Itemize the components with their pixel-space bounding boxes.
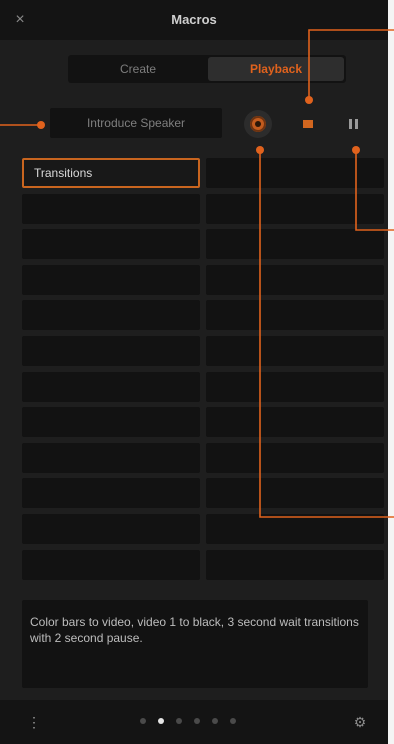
page-dot[interactable] [230, 718, 236, 724]
macro-slot-right[interactable] [206, 442, 384, 473]
macro-slot-row [22, 335, 384, 366]
macro-slot-row [22, 442, 384, 473]
macro-slot-left[interactable] [22, 229, 200, 260]
macro-slot-row [22, 193, 384, 224]
page-dot[interactable] [194, 718, 200, 724]
page-dot[interactable] [212, 718, 218, 724]
tab-create[interactable]: Create [70, 57, 206, 81]
macro-slot-right[interactable] [206, 229, 384, 260]
macro-slot-row: Transitions [22, 158, 384, 188]
record-button[interactable] [244, 110, 272, 138]
panel-title: Macros [171, 12, 217, 27]
macro-slot-row [22, 229, 384, 260]
macro-name-field[interactable]: Introduce Speaker [50, 108, 222, 138]
macro-slot-row [22, 407, 384, 438]
title-bar: × Macros [0, 0, 388, 40]
macro-description: Color bars to video, video 1 to black, 3… [22, 600, 368, 688]
macro-slot-left[interactable] [22, 478, 200, 509]
macro-slot-right[interactable] [206, 371, 384, 402]
macro-slot-left[interactable] [22, 264, 200, 295]
page-dot[interactable] [176, 718, 182, 724]
macro-slot-row [22, 478, 384, 509]
macro-slot-right[interactable] [206, 513, 384, 544]
page-dot[interactable] [158, 718, 164, 724]
footer-bar: ⋮ ⚙ [0, 700, 388, 744]
macro-slot-right[interactable] [206, 549, 384, 580]
macro-slot-right[interactable] [206, 335, 384, 366]
macros-panel: × Macros Create Playback Introduce Speak… [0, 0, 388, 744]
stop-icon [303, 120, 313, 128]
pause-icon [349, 119, 359, 129]
macro-slot-right[interactable] [206, 478, 384, 509]
macro-slot-row [22, 300, 384, 331]
macro-slot-row [22, 513, 384, 544]
macro-slot-right[interactable] [206, 407, 384, 438]
macro-slot-right[interactable] [206, 193, 384, 224]
macro-slot-left[interactable] [22, 442, 200, 473]
tab-playback[interactable]: Playback [208, 57, 344, 81]
macro-slot-left[interactable] [22, 513, 200, 544]
macro-slot-left[interactable] [22, 300, 200, 331]
macro-slot-left[interactable] [22, 549, 200, 580]
macro-slot-grid: Transitions [22, 158, 384, 585]
settings-icon[interactable]: ⚙ [350, 712, 370, 732]
mode-tabs: Create Playback [68, 55, 346, 83]
record-icon [250, 116, 266, 132]
macro-slot-left[interactable] [22, 371, 200, 402]
macro-slot-left[interactable]: Transitions [22, 158, 200, 188]
macro-slot-right[interactable] [206, 300, 384, 331]
macro-slot-left[interactable] [22, 407, 200, 438]
macro-slot-right[interactable] [206, 158, 384, 188]
pause-button[interactable] [340, 110, 368, 138]
macro-slot-right[interactable] [206, 264, 384, 295]
macro-slot-row [22, 371, 384, 402]
macro-slot-row [22, 264, 384, 295]
stop-button[interactable] [294, 110, 322, 138]
macro-slot-left[interactable] [22, 335, 200, 366]
macro-slot-row [22, 549, 384, 580]
tools-icon[interactable]: ⋮ [24, 712, 44, 732]
macro-slot-left[interactable] [22, 193, 200, 224]
page-dot[interactable] [140, 718, 146, 724]
